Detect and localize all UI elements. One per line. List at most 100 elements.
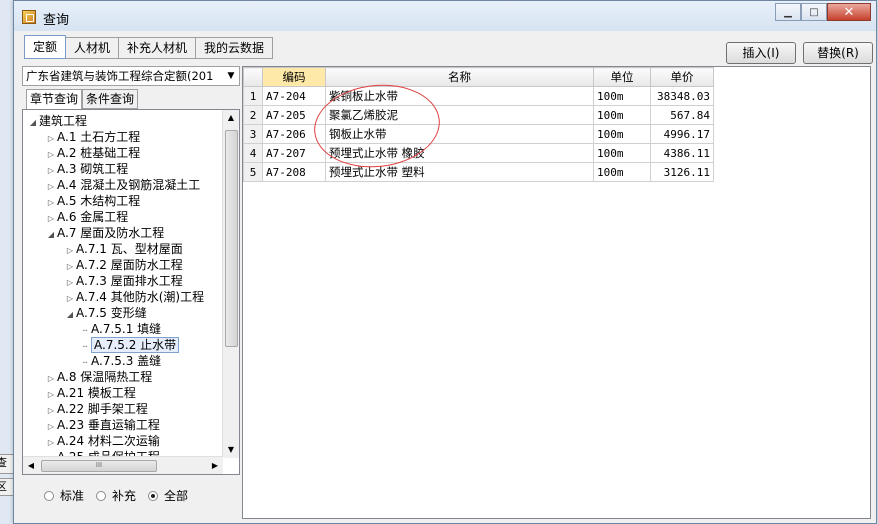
radio-supplement[interactable]: 补充: [96, 487, 136, 504]
unit-cell[interactable]: 100m: [593, 86, 651, 106]
tree-node-label: A.7 屋面及防水工程: [57, 226, 165, 240]
price-cell[interactable]: 4996.17: [650, 124, 714, 144]
table-row[interactable]: 2 A7-205 聚氯乙烯胶泥 100m 567.84: [243, 105, 714, 125]
unit-cell[interactable]: 100m: [593, 105, 651, 125]
tab-quota[interactable]: 定额: [24, 35, 67, 59]
tree-node-label: A.8 保温隔热工程: [57, 370, 153, 384]
unit-cell[interactable]: 100m: [593, 124, 651, 144]
table-row[interactable]: 4 A7-207 预埋式止水带 橡胶 100m 4386.11: [243, 143, 714, 163]
scroll-right-icon[interactable]: ▶: [207, 457, 223, 474]
chevron-down-icon[interactable]: ▼: [223, 67, 239, 85]
row-number-cell[interactable]: 3: [243, 124, 263, 144]
scroll-left-icon[interactable]: ◀: [23, 457, 39, 474]
tab-chapter-search[interactable]: 章节查询: [26, 89, 83, 110]
tab-my-cloud-data[interactable]: 我的云数据: [196, 37, 274, 59]
radio-circle: [148, 490, 159, 501]
tree-node[interactable]: ┄ A.7.5.1 填缝: [79, 321, 162, 337]
tree-vertical-scrollbar[interactable]: ▲ ▼: [222, 110, 239, 458]
row-number-cell[interactable]: 1: [243, 86, 263, 106]
tree-node[interactable]: ▷ A.7.1 瓦、型材屋面: [64, 241, 183, 257]
close-button[interactable]: ✕: [827, 3, 871, 21]
table-row[interactable]: 3 A7-206 钢板止水带 100m 4996.17: [243, 124, 714, 144]
tab-supplement-labor-material-machine[interactable]: 补充人材机: [119, 37, 197, 59]
tree-node[interactable]: ◢ 建筑工程: [27, 113, 87, 129]
collapse-triangle-icon[interactable]: ◢: [27, 115, 39, 131]
tree-node[interactable]: ▷ A.24 材料二次运输: [45, 433, 160, 449]
tree-node-label: A.7.3 屋面排水工程: [76, 274, 183, 288]
tree-node[interactable]: ▷ A.21 模板工程: [45, 385, 136, 401]
tree-node[interactable]: ▷ A.3 砌筑工程: [45, 161, 128, 177]
tree-node[interactable]: ┄ A.7.5.3 盖缝: [79, 353, 162, 369]
code-cell[interactable]: A7-205: [262, 105, 326, 125]
scroll-thumb[interactable]: III: [41, 460, 157, 472]
collapse-triangle-icon[interactable]: ◢: [45, 227, 57, 243]
tree-node[interactable]: ▷ A.22 脚手架工程: [45, 401, 148, 417]
scroll-up-icon[interactable]: ▲: [223, 110, 239, 126]
tree-node-label: 建筑工程: [39, 114, 88, 128]
maximize-button[interactable]: □: [801, 3, 827, 21]
price-column-header[interactable]: 单价: [650, 67, 714, 87]
unit-cell[interactable]: 100m: [593, 143, 651, 163]
quota-library-select[interactable]: 广东省建筑与装饰工程综合定额(201 ▼: [22, 66, 240, 86]
tree-node-label: A.7.2 屋面防水工程: [76, 258, 183, 272]
unit-cell[interactable]: 100m: [593, 162, 651, 182]
radio-standard[interactable]: 标准: [44, 487, 84, 504]
row-number-cell[interactable]: 5: [243, 162, 263, 182]
tree-node[interactable]: ▷ A.7.2 屋面防水工程: [64, 257, 183, 273]
radio-label: 补充: [112, 489, 137, 503]
scroll-thumb[interactable]: [225, 130, 238, 347]
close-icon: ✕: [843, 4, 855, 20]
price-cell[interactable]: 4386.11: [650, 143, 714, 163]
price-cell[interactable]: 567.84: [650, 105, 714, 125]
name-cell[interactable]: 聚氯乙烯胶泥: [325, 105, 594, 125]
price-cell[interactable]: 3126.11: [650, 162, 714, 182]
tree-node-label: A.23 垂直运输工程: [57, 418, 160, 432]
tree-horizontal-scrollbar[interactable]: ◀ III ▶: [23, 456, 223, 474]
tree-node-label: A.24 材料二次运输: [57, 434, 160, 448]
tab-labor-material-machine[interactable]: 人材机: [66, 37, 120, 59]
radio-all[interactable]: 全部: [148, 487, 188, 504]
tree-node[interactable]: ◢ A.7 屋面及防水工程: [45, 225, 164, 241]
tree-node-label: A.7.1 瓦、型材屋面: [76, 242, 183, 256]
tree-node[interactable]: ▷ A.1 土石方工程: [45, 129, 140, 145]
price-cell[interactable]: 38348.03: [650, 86, 714, 106]
row-number-cell[interactable]: 4: [243, 143, 263, 163]
maximize-icon: □: [809, 6, 819, 18]
unit-column-header[interactable]: 单位: [593, 67, 651, 87]
tree-node[interactable]: ▷ A.4 混凝土及钢筋混凝土工: [45, 177, 200, 193]
code-cell[interactable]: A7-208: [262, 162, 326, 182]
name-cell[interactable]: 预埋式止水带 塑料: [325, 162, 594, 182]
code-column-header[interactable]: 编码: [262, 67, 326, 87]
tree-node[interactable]: ▷ A.7.4 其他防水(潮)工程: [64, 289, 204, 305]
replace-button[interactable]: 替换(R): [803, 42, 873, 64]
tree-node[interactable]: ▷ A.7.3 屋面排水工程: [64, 273, 183, 289]
tree-node[interactable]: ▷ A.5 木结构工程: [45, 193, 140, 209]
minimize-icon: ▁: [784, 6, 792, 18]
tree-node[interactable]: ▷ A.23 垂直运输工程: [45, 417, 160, 433]
quota-grid: 编码 名称 单位 单价 1 A7-204 紫铜板止水带 100m 38348.03 2 A7…: [242, 66, 871, 519]
minimize-button[interactable]: ▁: [775, 3, 801, 21]
tree-node[interactable]: ┄ A.7.5.2 止水带: [79, 337, 180, 353]
radio-circle: [44, 490, 54, 501]
scroll-down-icon[interactable]: ▼: [223, 442, 239, 458]
tree-node[interactable]: ▷ A.6 金属工程: [45, 209, 128, 225]
insert-button[interactable]: 插入(I): [726, 42, 796, 64]
tree-node[interactable]: ▷ A.8 保温隔热工程: [45, 369, 152, 385]
row-number-header: [243, 67, 263, 87]
row-number-cell[interactable]: 2: [243, 105, 263, 125]
name-column-header[interactable]: 名称: [325, 67, 594, 87]
collapse-triangle-icon[interactable]: ◢: [64, 307, 76, 323]
tree-node-label: A.7.4 其他防水(潮)工程: [76, 290, 205, 304]
tab-condition-search[interactable]: 条件查询: [82, 89, 139, 109]
table-row[interactable]: 1 A7-204 紫铜板止水带 100m 38348.03: [243, 86, 714, 106]
code-cell[interactable]: A7-204: [262, 86, 326, 106]
radio-label: 标准: [60, 489, 85, 503]
table-row[interactable]: 5 A7-208 预埋式止水带 塑料 100m 3126.11: [243, 162, 714, 182]
name-cell[interactable]: 钢板止水带: [325, 124, 594, 144]
tree-node[interactable]: ◢ A.7.5 变形缝: [64, 305, 147, 321]
code-cell[interactable]: A7-207: [262, 143, 326, 163]
tree-node[interactable]: ▷ A.2 桩基础工程: [45, 145, 140, 161]
code-cell[interactable]: A7-206: [262, 124, 326, 144]
name-cell[interactable]: 紫铜板止水带: [325, 86, 594, 106]
name-cell[interactable]: 预埋式止水带 橡胶: [325, 143, 594, 163]
